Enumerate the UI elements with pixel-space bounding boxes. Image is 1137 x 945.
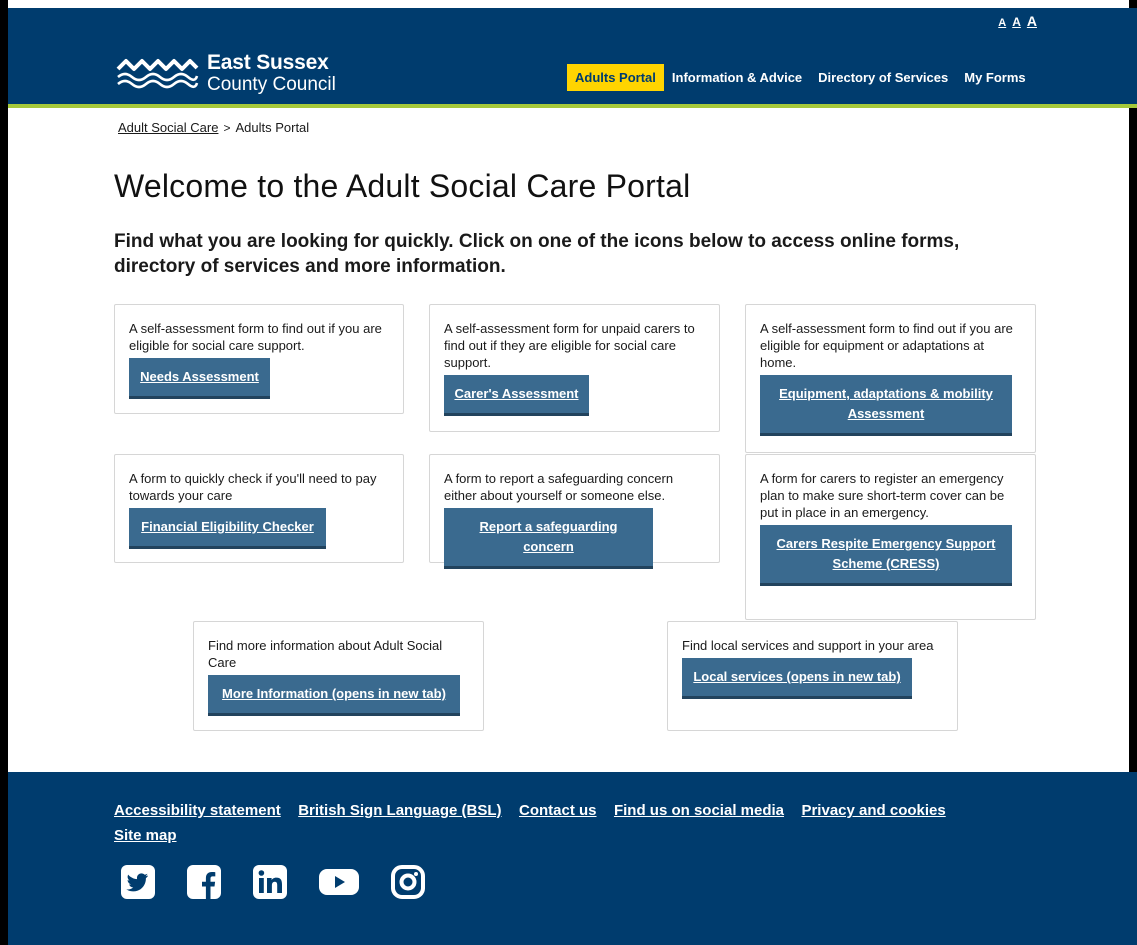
card-financial-eligibility: A form to quickly check if you'll need t… — [114, 454, 404, 563]
main-nav: Adults Portal Information & Advice Direc… — [567, 64, 1034, 91]
breadcrumb-current: Adults Portal — [235, 120, 310, 135]
card-safeguarding: A form to report a safeguarding concern … — [429, 454, 720, 569]
footer-link-accessibility[interactable]: Accessibility statement — [114, 802, 281, 819]
breadcrumb-adult-social-care[interactable]: Adult Social Care — [118, 120, 218, 135]
footer-link-social-media[interactable]: Find us on social media — [614, 802, 784, 819]
carers-assessment-button[interactable]: Carer's Assessment — [444, 375, 589, 416]
card-description: Find more information about Adult Social… — [208, 638, 443, 670]
footer-link-contact-us[interactable]: Contact us — [519, 802, 597, 819]
report-safeguarding-button[interactable]: Report a safeguarding concern — [444, 508, 653, 569]
footer-link-bsl[interactable]: British Sign Language (BSL) — [298, 802, 501, 819]
text-size-large-link[interactable]: A — [1027, 13, 1037, 29]
youtube-icon[interactable] — [318, 864, 360, 900]
card-equipment-assessment: A self-assessment form to find out if yo… — [745, 304, 1036, 453]
facebook-icon[interactable] — [186, 864, 222, 900]
card-description: A form to quickly check if you'll need t… — [129, 471, 377, 503]
intro-text: Find what you are looking for quickly. C… — [114, 231, 960, 277]
text-size-small-link[interactable]: A — [998, 17, 1006, 29]
card-cress: A form for carers to register an emergen… — [745, 454, 1036, 620]
footer-link-privacy[interactable]: Privacy and cookies — [801, 802, 945, 819]
linkedin-icon[interactable] — [252, 864, 288, 900]
logo-subtitle: County Council — [207, 74, 336, 95]
text-size-controls: A A A — [998, 13, 1037, 29]
cress-button[interactable]: Carers Respite Emergency Support Scheme … — [760, 525, 1012, 586]
card-description: A self-assessment form to find out if yo… — [760, 321, 1013, 370]
social-links — [120, 864, 426, 900]
local-services-button[interactable]: Local services (opens in new tab) — [682, 658, 912, 699]
site-footer: Accessibility statement British Sign Lan… — [8, 772, 1137, 945]
card-description: A self-assessment form for unpaid carers… — [444, 321, 695, 370]
financial-eligibility-checker-button[interactable]: Financial Eligibility Checker — [129, 508, 326, 549]
card-local-services: Find local services and support in your … — [667, 621, 958, 731]
nav-my-forms[interactable]: My Forms — [956, 64, 1033, 91]
waves-logo-icon — [115, 55, 199, 91]
card-description: A form for carers to register an emergen… — [760, 471, 1005, 520]
equipment-assessment-button[interactable]: Equipment, adaptations & mobility Assess… — [760, 375, 1012, 436]
card-carers-assessment: A self-assessment form for unpaid carers… — [429, 304, 720, 432]
site-header: A A A East Sussex County Council Adults … — [8, 8, 1137, 108]
instagram-icon[interactable] — [390, 864, 426, 900]
footer-link-site-map[interactable]: Site map — [114, 827, 177, 844]
breadcrumb-separator: > — [223, 120, 231, 135]
card-description: A self-assessment form to find out if yo… — [129, 321, 382, 353]
footer-links: Accessibility statement British Sign Lan… — [114, 798, 974, 848]
card-more-information: Find more information about Adult Social… — [193, 621, 484, 731]
nav-directory-of-services[interactable]: Directory of Services — [810, 64, 956, 91]
breadcrumb: Adult Social Care > Adults Portal — [118, 120, 309, 135]
needs-assessment-button[interactable]: Needs Assessment — [129, 358, 270, 399]
twitter-icon[interactable] — [120, 864, 156, 900]
page-title: Welcome to the Adult Social Care Portal — [114, 168, 691, 204]
council-logo[interactable]: East Sussex County Council — [115, 52, 336, 94]
more-information-button[interactable]: More Information (opens in new tab) — [208, 675, 460, 716]
card-description: A form to report a safeguarding concern … — [444, 471, 674, 503]
nav-adults-portal[interactable]: Adults Portal — [567, 64, 664, 91]
logo-title: East Sussex — [207, 51, 329, 74]
card-needs-assessment: A self-assessment form to find out if yo… — [114, 304, 404, 414]
nav-information-advice[interactable]: Information & Advice — [664, 64, 810, 91]
card-description: Find local services and support in your … — [682, 638, 934, 653]
text-size-medium-link[interactable]: A — [1012, 15, 1021, 29]
